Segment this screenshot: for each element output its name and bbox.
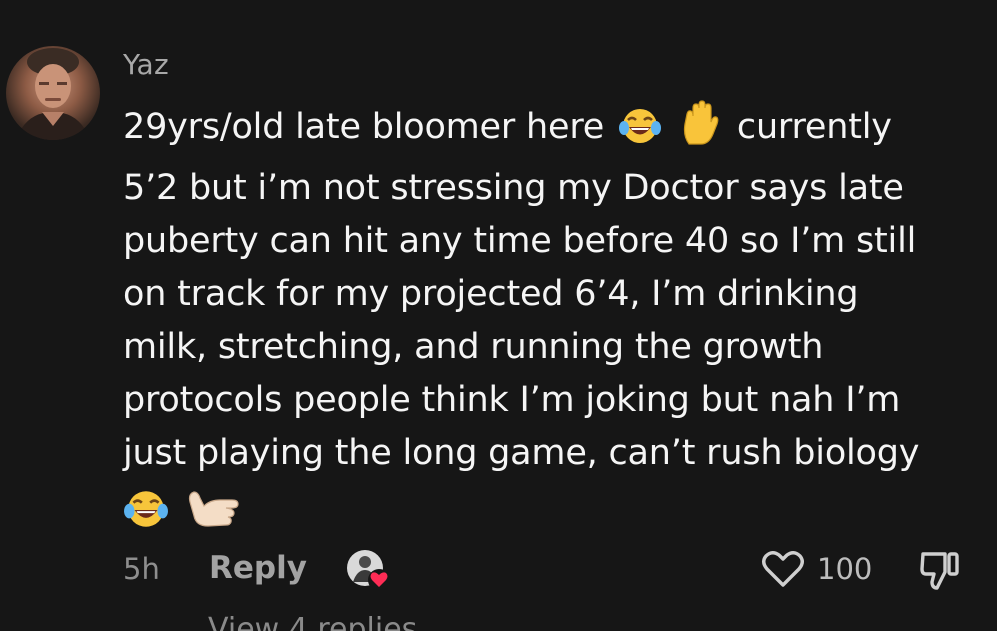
comment-line-6: protocols people think I’m joking but na… [123,380,901,420]
comment-trailing-emojis [123,480,985,537]
comment: Yaz 29yrs/old late bloomer here currentl… [0,0,997,631]
raised-hand-emoji [679,100,723,162]
call-me-hand-emoji [186,484,242,546]
comment-actions: 5h Reply 100 [123,546,985,592]
comment-text-segment: currently [736,107,892,147]
view-replies-link[interactable]: View 4 replies [208,612,417,631]
laughing-crying-emoji [123,488,169,546]
like-count: 100 [817,552,873,586]
thumbs-down-icon [920,552,959,590]
comment-timestamp: 5h [123,552,160,586]
heart-outline-icon [762,551,804,587]
comment-line-3: puberty can hit any time before 40 so I’… [123,221,917,261]
comment-line-4: on track for my projected 6’4, I’m drink… [123,274,859,314]
comment-text: 29yrs/old late bloomer here currently 5’… [123,100,985,537]
avatar[interactable] [6,46,100,140]
comment-text-segment: 29yrs/old late bloomer here [123,107,605,147]
comment-line-7: just playing the long game, can’t rush b… [123,433,920,473]
comment-line-1: 29yrs/old late bloomer here currently [123,100,985,162]
laughing-crying-emoji [618,106,662,162]
username[interactable]: Yaz [123,48,169,81]
comment-line-2: 5’2 but i’m not stressing my Doctor says… [123,168,904,208]
reply-button[interactable]: Reply [209,550,307,586]
like-button[interactable]: 100 [761,546,872,592]
dislike-button[interactable] [919,548,963,592]
avatar-image [16,48,90,140]
comment-line-5: milk, stretching, and running the growth [123,327,824,367]
creator-liked-badge-icon [345,546,391,592]
